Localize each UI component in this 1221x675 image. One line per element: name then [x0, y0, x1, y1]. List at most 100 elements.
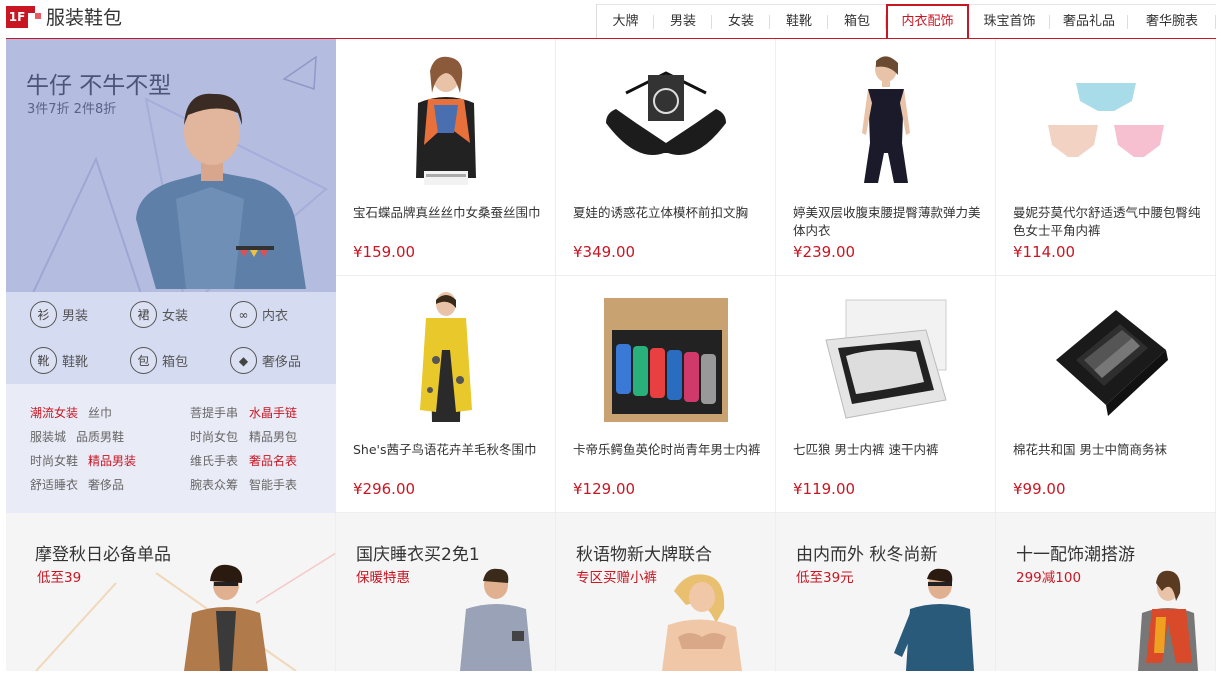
link-clothing-city[interactable]: 服装城: [30, 428, 66, 445]
product-card[interactable]: 曼妮芬莫代尔舒适透气中腰包臀纯色女士平角内裤 ¥114.00: [996, 39, 1216, 276]
quick-links: 潮流女装 丝巾 服装城 品质男鞋 时尚女鞋 精品男装 舒适睡衣 奢侈品 菩提手串…: [6, 384, 336, 513]
link-premium-menswear[interactable]: 精品男装: [88, 452, 136, 469]
link-silk-scarf[interactable]: 丝巾: [88, 404, 112, 421]
link-quality-mens-shoes[interactable]: 品质男鞋: [76, 428, 124, 445]
category-tabs: 大牌 男装 女装 鞋靴 箱包 内衣配饰 珠宝首饰 奢品礼品 奢华腕表: [596, 4, 1216, 39]
tab-womenswear[interactable]: 女装: [712, 4, 770, 38]
link-fashion-womens-shoes[interactable]: 时尚女鞋: [30, 452, 78, 469]
bag-icon: 包: [130, 347, 157, 374]
product-name[interactable]: She's茜子鸟语花卉羊毛秋冬围巾: [353, 441, 541, 459]
coat-model-image: [35, 552, 335, 671]
product-name[interactable]: 七匹狼 男士内裤 速干内裤: [793, 441, 981, 459]
product-name[interactable]: 宝石蝶品牌真丝丝巾女桑蚕丝围巾: [353, 204, 541, 222]
left-panel: 牛仔 不牛不型 3件7折 2件8折 衫 男装 裙 女装 ∞ 内衣 靴 鞋靴 包 …: [6, 39, 336, 513]
tab-jewelry[interactable]: 珠宝首饰: [969, 4, 1050, 38]
promo-subtitle: 低至39: [37, 570, 82, 586]
pajama-model-image: [460, 568, 532, 671]
promo-subtitle: 低至39元: [796, 570, 854, 586]
product-card[interactable]: 宝石蝶品牌真丝丝巾女桑蚕丝围巾 ¥159.00: [336, 39, 556, 276]
scarf-promo-image: [1138, 570, 1198, 671]
product-name[interactable]: 婷美双层收腹束腰提臀薄款弹力美体内衣: [793, 204, 981, 240]
link-smart-watch[interactable]: 智能手表: [249, 476, 297, 493]
tab-brands[interactable]: 大牌: [597, 4, 654, 38]
promo-title: 国庆睡衣买2免1: [356, 545, 480, 565]
category-bags[interactable]: 包 箱包: [130, 347, 188, 374]
category-womenswear[interactable]: 裙 女装: [130, 301, 188, 328]
promo-banner[interactable]: 由内而外 秋冬尚新 低至39元: [776, 513, 996, 671]
link-trendy-womenswear[interactable]: 潮流女装: [30, 404, 78, 421]
link-mens-bags[interactable]: 精品男包: [249, 428, 297, 445]
product-card[interactable]: She's茜子鸟语花卉羊毛秋冬围巾 ¥296.00: [336, 276, 556, 513]
hero-title: 牛仔 不牛不型: [26, 73, 172, 99]
promo-title: 由内而外 秋冬尚新: [796, 545, 938, 565]
tab-shoes[interactable]: 鞋靴: [770, 4, 828, 38]
tab-bags[interactable]: 箱包: [828, 4, 886, 38]
socks-box-image: [1055, 310, 1168, 416]
tab-luxury-watches[interactable]: 奢华腕表: [1128, 4, 1216, 38]
lingerie-model-image: [662, 574, 742, 671]
promo-banner[interactable]: 十一配饰潮搭游 299减100: [996, 513, 1216, 671]
dress-icon: 裙: [130, 301, 157, 328]
product-card[interactable]: 夏娃的诱惑花立体模杯前扣文胸 ¥349.00: [556, 39, 776, 276]
product-price: ¥159.00: [353, 243, 416, 261]
tab-menswear[interactable]: 男装: [654, 4, 712, 38]
diamond-icon: ◆: [230, 347, 257, 374]
product-price: ¥99.00: [1013, 480, 1066, 498]
category-underwear[interactable]: ∞ 内衣: [230, 301, 288, 328]
product-price: ¥296.00: [353, 480, 416, 498]
product-price: ¥114.00: [1013, 243, 1076, 261]
promo-title: 十一配饰潮搭游: [1016, 545, 1135, 565]
link-sleepwear[interactable]: 舒适睡衣: [30, 476, 78, 493]
product-name[interactable]: 夏娃的诱惑花立体模杯前扣文胸: [573, 204, 761, 222]
product-grid: 宝石蝶品牌真丝丝巾女桑蚕丝围巾 ¥159.00 夏娃的诱惑花立体模杯前扣文胸 ¥…: [336, 39, 1216, 513]
promo-banner[interactable]: 秋语物新大牌联合 专区买赠小裤: [556, 513, 776, 671]
category-shoes[interactable]: 靴 鞋靴: [30, 347, 88, 374]
link-womens-bags[interactable]: 时尚女包: [190, 428, 238, 445]
bra-image: [605, 71, 726, 155]
link-crystal-bracelet[interactable]: 水晶手链: [249, 404, 297, 421]
floor-number: 1F: [6, 6, 28, 28]
promo-subtitle: 专区买赠小裤: [576, 570, 657, 586]
promo-title: 秋语物新大牌联合: [576, 545, 712, 565]
link-luxury-watches[interactable]: 奢品名表: [249, 452, 297, 469]
product-card[interactable]: 卡帝乐鳄鱼英伦时尚青年男士内裤 ¥129.00: [556, 276, 776, 513]
link-watch-crowdfunding[interactable]: 腕表众筹: [190, 476, 238, 493]
category-menswear[interactable]: 衫 男装: [30, 301, 88, 328]
category-luxury[interactable]: ◆ 奢侈品: [230, 347, 301, 374]
floor-badge: 1F: [6, 6, 41, 28]
product-name[interactable]: 卡帝乐鳄鱼英伦时尚青年男士内裤: [573, 441, 761, 459]
yellow-scarf-image: [419, 292, 472, 422]
product-price: ¥239.00: [793, 243, 856, 261]
product-name[interactable]: 棉花共和国 男士中筒商务袜: [1013, 441, 1201, 459]
link-bodhi-bracelet[interactable]: 菩提手串: [190, 404, 238, 421]
category-shortcuts: 衫 男装 裙 女装 ∞ 内衣 靴 鞋靴 包 箱包 ◆ 奢侈品: [6, 292, 336, 384]
product-price: ¥349.00: [573, 243, 636, 261]
underwear-box-image: [603, 298, 728, 422]
tab-lingerie-accessories[interactable]: 内衣配饰: [886, 4, 969, 39]
shirt-icon: 衫: [30, 301, 57, 328]
thermal-model-image: [894, 568, 974, 671]
link-luxury-goods[interactable]: 奢侈品: [88, 476, 124, 493]
product-card[interactable]: 七匹狼 男士内裤 速干内裤 ¥119.00: [776, 276, 996, 513]
promo-banner[interactable]: 摩登秋日必备单品 低至39: [6, 513, 336, 671]
briefs-box-image: [824, 299, 947, 419]
tab-luxury-gifts[interactable]: 奢品礼品: [1050, 4, 1128, 38]
product-price: ¥129.00: [573, 480, 636, 498]
promo-banners: 摩登秋日必备单品 低至39 国庆睡衣买2免1 保暖特惠 秋语物新大牌联合 专区买…: [6, 513, 1216, 671]
bra-icon: ∞: [230, 301, 257, 328]
floor-header: 1F 服装鞋包 大牌 男装 女装 鞋靴 箱包 内衣配饰 珠宝首饰 奢品礼品 奢华…: [0, 0, 1221, 39]
promo-subtitle: 保暖特惠: [356, 570, 410, 586]
model-image: [136, 93, 306, 289]
product-name[interactable]: 曼妮芬莫代尔舒适透气中腰包臀纯色女士平角内裤: [1013, 204, 1201, 240]
link-victorinox-watch[interactable]: 维氏手表: [190, 452, 238, 469]
boot-icon: 靴: [30, 347, 57, 374]
promo-title: 摩登秋日必备单品: [35, 545, 171, 565]
floor-title: 服装鞋包: [46, 7, 123, 29]
promo-banner[interactable]: 国庆睡衣买2免1 保暖特惠: [336, 513, 556, 671]
panties-image: [1047, 83, 1164, 157]
product-card[interactable]: 棉花共和国 男士中筒商务袜 ¥99.00: [996, 276, 1216, 513]
hero-banner[interactable]: 牛仔 不牛不型 3件7折 2件8折: [6, 39, 336, 292]
product-card[interactable]: 婷美双层收腹束腰提臀薄款弹力美体内衣 ¥239.00: [776, 39, 996, 276]
shapewear-image: [861, 56, 910, 183]
scarf-model-image: [415, 56, 476, 185]
